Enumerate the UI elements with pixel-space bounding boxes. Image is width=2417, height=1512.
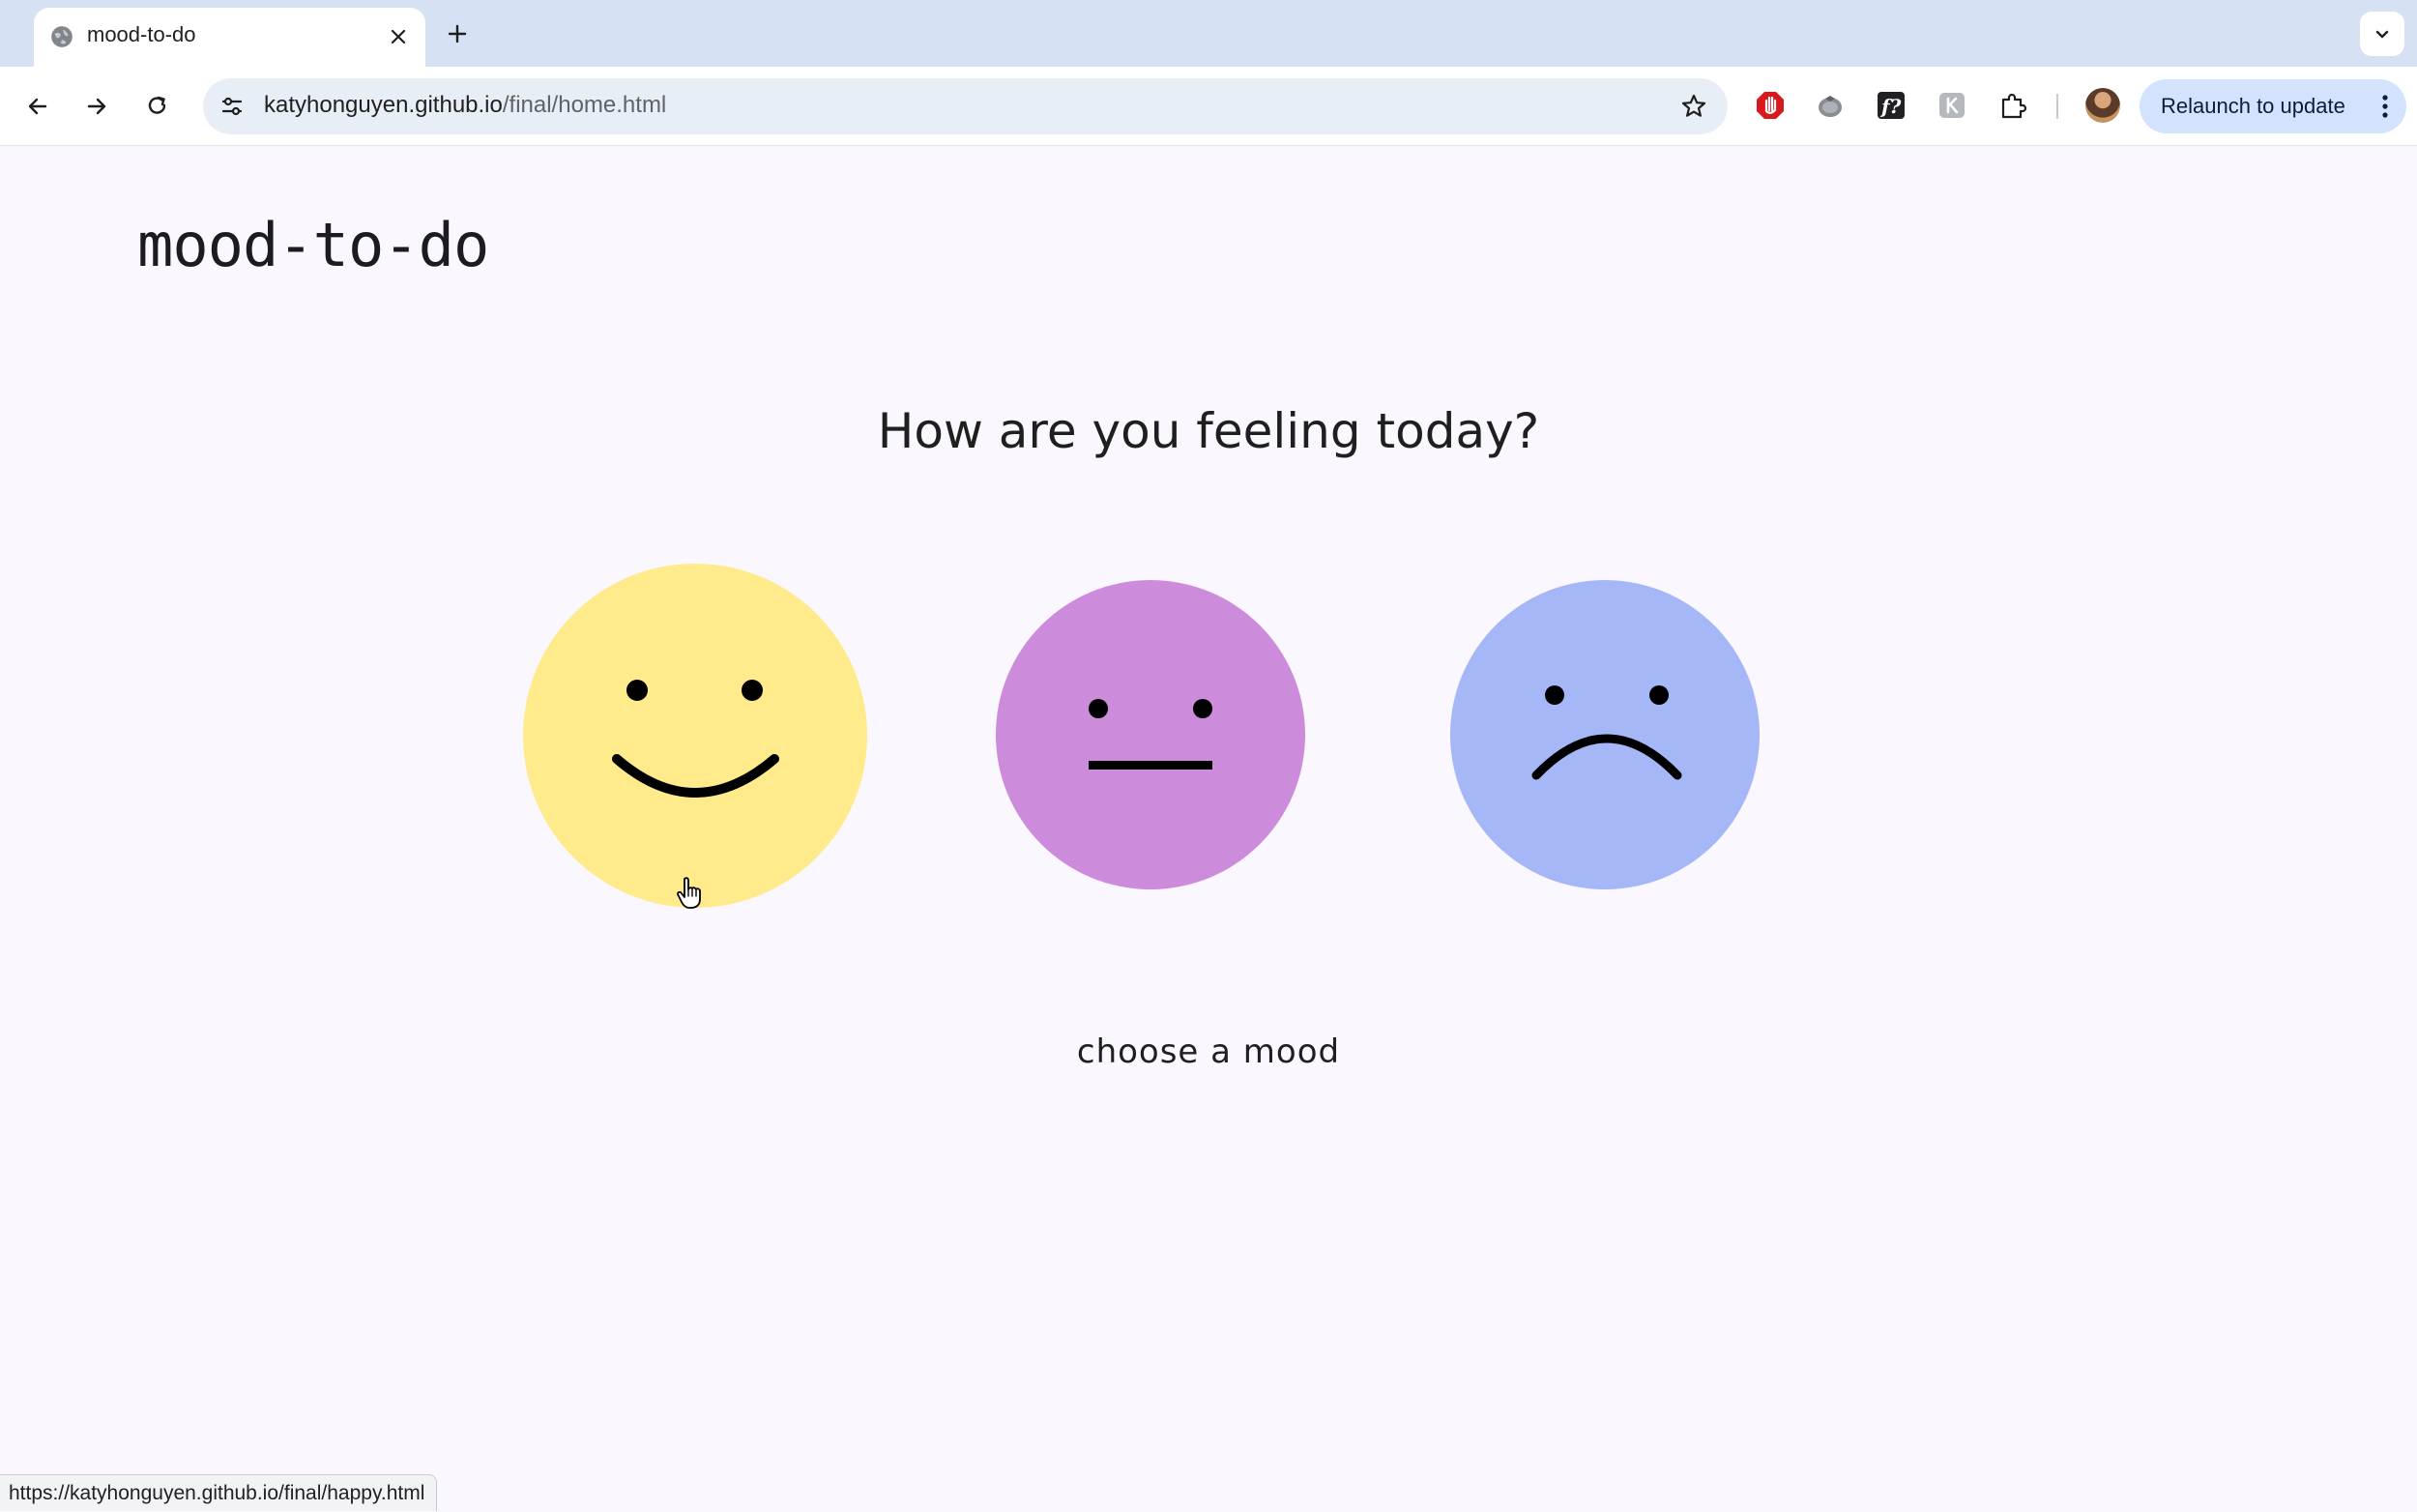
- chevron-down-icon: [2375, 30, 2389, 39]
- svg-text:f?: f?: [1879, 95, 1902, 118]
- tab-close-button[interactable]: [383, 21, 414, 52]
- back-button[interactable]: [15, 84, 60, 129]
- hand-pointer-icon: [677, 877, 701, 909]
- tab-title: mood-to-do: [87, 22, 196, 46]
- k-icon: [1939, 93, 1965, 118]
- extension-adblock[interactable]: [1751, 86, 1790, 125]
- neutral-face-icon: [996, 580, 1305, 889]
- stop-hand-icon: [1757, 92, 1784, 119]
- extension-whatfont[interactable]: f?: [1872, 86, 1910, 125]
- neutral-mood-button[interactable]: [996, 580, 1305, 889]
- reload-button[interactable]: [135, 84, 180, 129]
- tomato-icon: [1819, 96, 1842, 117]
- sad-mood-button[interactable]: [1450, 580, 1760, 889]
- new-tab-button[interactable]: [440, 16, 475, 51]
- link-status-bubble: https://katyhonguyen.github.io/final/hap…: [0, 1474, 438, 1511]
- choose-mood-hint: choose a mood: [1076, 1032, 1341, 1071]
- bookmark-button[interactable]: [1677, 90, 1710, 123]
- forward-button[interactable]: [74, 84, 119, 129]
- puzzle-icon: [2001, 93, 2027, 119]
- page-prompt: How are you feeling today?: [877, 403, 1540, 459]
- more-icon: [2377, 91, 2393, 122]
- url-host: katyhonguyen.github.io: [264, 92, 503, 118]
- extension-k[interactable]: [1933, 86, 1971, 125]
- tab-strip: mood-to-do: [0, 0, 2417, 67]
- profile-avatar[interactable]: [2085, 88, 2120, 123]
- extension-tomato[interactable]: [1811, 86, 1849, 125]
- relaunch-label: Relaunch to update: [2161, 94, 2345, 118]
- tune-icon: [221, 97, 243, 116]
- reload-icon: [148, 96, 166, 114]
- close-icon: [391, 29, 406, 44]
- happy-mood-button[interactable]: [523, 564, 867, 908]
- browser-toolbar: katyhonguyen.github.io/final/home.html f…: [0, 67, 2417, 146]
- address-bar[interactable]: katyhonguyen.github.io/final/home.html: [203, 78, 1728, 134]
- url-path: /final/home.html: [502, 92, 667, 118]
- font-icon: f?: [1878, 92, 1905, 119]
- star-icon: [1681, 94, 1706, 117]
- tab-search-button[interactable]: [2360, 12, 2404, 56]
- page-content: mood-to-do How are you feeling today? ch…: [0, 146, 2417, 1511]
- arrow-right-icon: [87, 98, 106, 115]
- url-text[interactable]: katyhonguyen.github.io/final/home.html: [264, 92, 666, 119]
- arrow-left-icon: [28, 98, 47, 115]
- site-logo[interactable]: mood-to-do: [137, 210, 489, 280]
- happy-face-icon: [523, 564, 867, 908]
- relaunch-button[interactable]: Relaunch to update: [2140, 79, 2406, 133]
- globe-icon: [51, 26, 73, 47]
- toolbar-separator: [2056, 94, 2058, 119]
- site-info-button[interactable]: [217, 91, 248, 122]
- tab-mood-to-do[interactable]: mood-to-do: [34, 8, 425, 67]
- plus-icon: [448, 24, 467, 44]
- extensions-menu-button[interactable]: [1994, 86, 2032, 125]
